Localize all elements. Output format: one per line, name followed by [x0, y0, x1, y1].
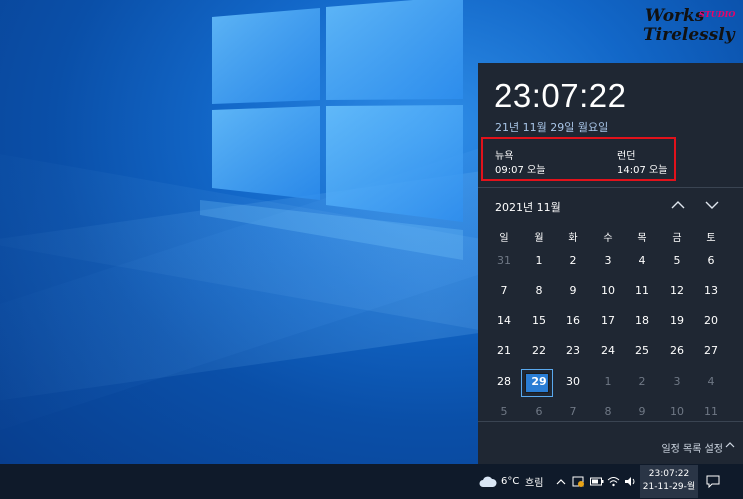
weekday-label: 수: [603, 233, 613, 244]
calendar-day[interactable]: 12: [659, 279, 695, 303]
cloud-icon[interactable]: [479, 464, 497, 499]
battery-icon[interactable]: [590, 464, 604, 499]
calendar-day[interactable]: 4: [624, 249, 660, 273]
divider: [478, 187, 743, 188]
calendar-day[interactable]: 2: [624, 370, 660, 394]
calendar-day-selected[interactable]: 29: [521, 370, 557, 394]
logo-tag: STUDIO: [699, 9, 736, 19]
calendar-day[interactable]: 9: [555, 279, 591, 303]
chevron-up-icon[interactable]: [668, 197, 688, 213]
weather-temperature[interactable]: 6°C: [501, 464, 519, 499]
security-shield-icon[interactable]: [572, 464, 584, 499]
calendar-day[interactable]: 10: [590, 279, 626, 303]
calendar-day[interactable]: 2: [555, 249, 591, 273]
calendar-day[interactable]: 4: [693, 370, 729, 394]
calendar-day[interactable]: 23: [555, 339, 591, 363]
calendar-day[interactable]: 24: [590, 339, 626, 363]
calendar-day[interactable]: 22: [521, 339, 557, 363]
logo-text: Works: [645, 6, 705, 26]
weekday-label: 화: [568, 233, 578, 244]
taskbar-date: 21-11-29-월: [642, 482, 696, 492]
taskbar: 6°C 흐림 23:07:22 21-11-29-월: [0, 464, 743, 499]
calendar-day[interactable]: 19: [659, 309, 695, 333]
calendar-day[interactable]: 28: [486, 370, 522, 394]
taskbar-clock[interactable]: 23:07:22 21-11-29-월: [640, 465, 698, 498]
calendar-day[interactable]: 15: [521, 309, 557, 333]
calendar-day[interactable]: 1: [521, 249, 557, 273]
weekday-label: 일: [499, 233, 509, 244]
weekday-label: 토: [706, 233, 716, 244]
taskbar-time: 23:07:22: [648, 469, 690, 479]
calendar-day[interactable]: 3: [590, 249, 626, 273]
calendar-day[interactable]: 11: [624, 279, 660, 303]
calendar-day[interactable]: 8: [521, 279, 557, 303]
calendar-day[interactable]: 26: [659, 339, 695, 363]
calendar-day[interactable]: 30: [555, 370, 591, 394]
chevron-up-icon[interactable]: [556, 464, 566, 499]
notification-icon[interactable]: [706, 464, 720, 499]
calendar-day[interactable]: 14: [486, 309, 522, 333]
weekday-label: 금: [672, 233, 682, 244]
calendar-day[interactable]: 21: [486, 339, 522, 363]
calendar-day[interactable]: 13: [693, 279, 729, 303]
works-tirelessly-logo: Works STUDIO Tirelessly: [643, 6, 735, 48]
calendar-day[interactable]: 18: [624, 309, 660, 333]
world-clock-time: 14:07 오늘: [617, 165, 668, 176]
world-clock-city: 뉴욕: [495, 151, 514, 162]
calendar-day[interactable]: 1: [590, 370, 626, 394]
calendar-day[interactable]: 7: [486, 279, 522, 303]
weekday-label: 월: [534, 233, 544, 244]
calendar-month-label[interactable]: 2021년 11월: [495, 199, 561, 215]
logo-text: Tirelessly: [643, 25, 735, 45]
calendar-day[interactable]: 31: [486, 249, 522, 273]
volume-icon[interactable]: [624, 464, 637, 499]
wifi-icon[interactable]: [607, 464, 620, 499]
flyout-date-link[interactable]: 21년 11월 29일 월요일: [495, 119, 608, 135]
divider: [478, 421, 743, 422]
calendar-flyout: 23:07:22 21년 11월 29일 월요일 뉴욕 09:07 오늘 런던 …: [478, 63, 743, 464]
world-clock-time: 09:07 오늘: [495, 165, 546, 176]
weekday-label: 목: [637, 233, 647, 244]
weather-description[interactable]: 흐림: [525, 464, 543, 499]
calendar-day[interactable]: 20: [693, 309, 729, 333]
calendar-day[interactable]: 25: [624, 339, 660, 363]
calendar-day[interactable]: 5: [659, 249, 695, 273]
calendar-day[interactable]: 3: [659, 370, 695, 394]
world-clock-city: 런던: [617, 151, 636, 162]
chevron-down-icon[interactable]: [702, 197, 722, 213]
chevron-up-icon[interactable]: [725, 440, 735, 450]
calendar-day[interactable]: 6: [693, 249, 729, 273]
calendar-day[interactable]: 17: [590, 309, 626, 333]
flyout-clock: 23:07:22: [494, 77, 627, 114]
agenda-settings-link[interactable]: 일정 목록 설정: [661, 440, 723, 455]
calendar-day[interactable]: 27: [693, 339, 729, 363]
calendar-day[interactable]: 16: [555, 309, 591, 333]
